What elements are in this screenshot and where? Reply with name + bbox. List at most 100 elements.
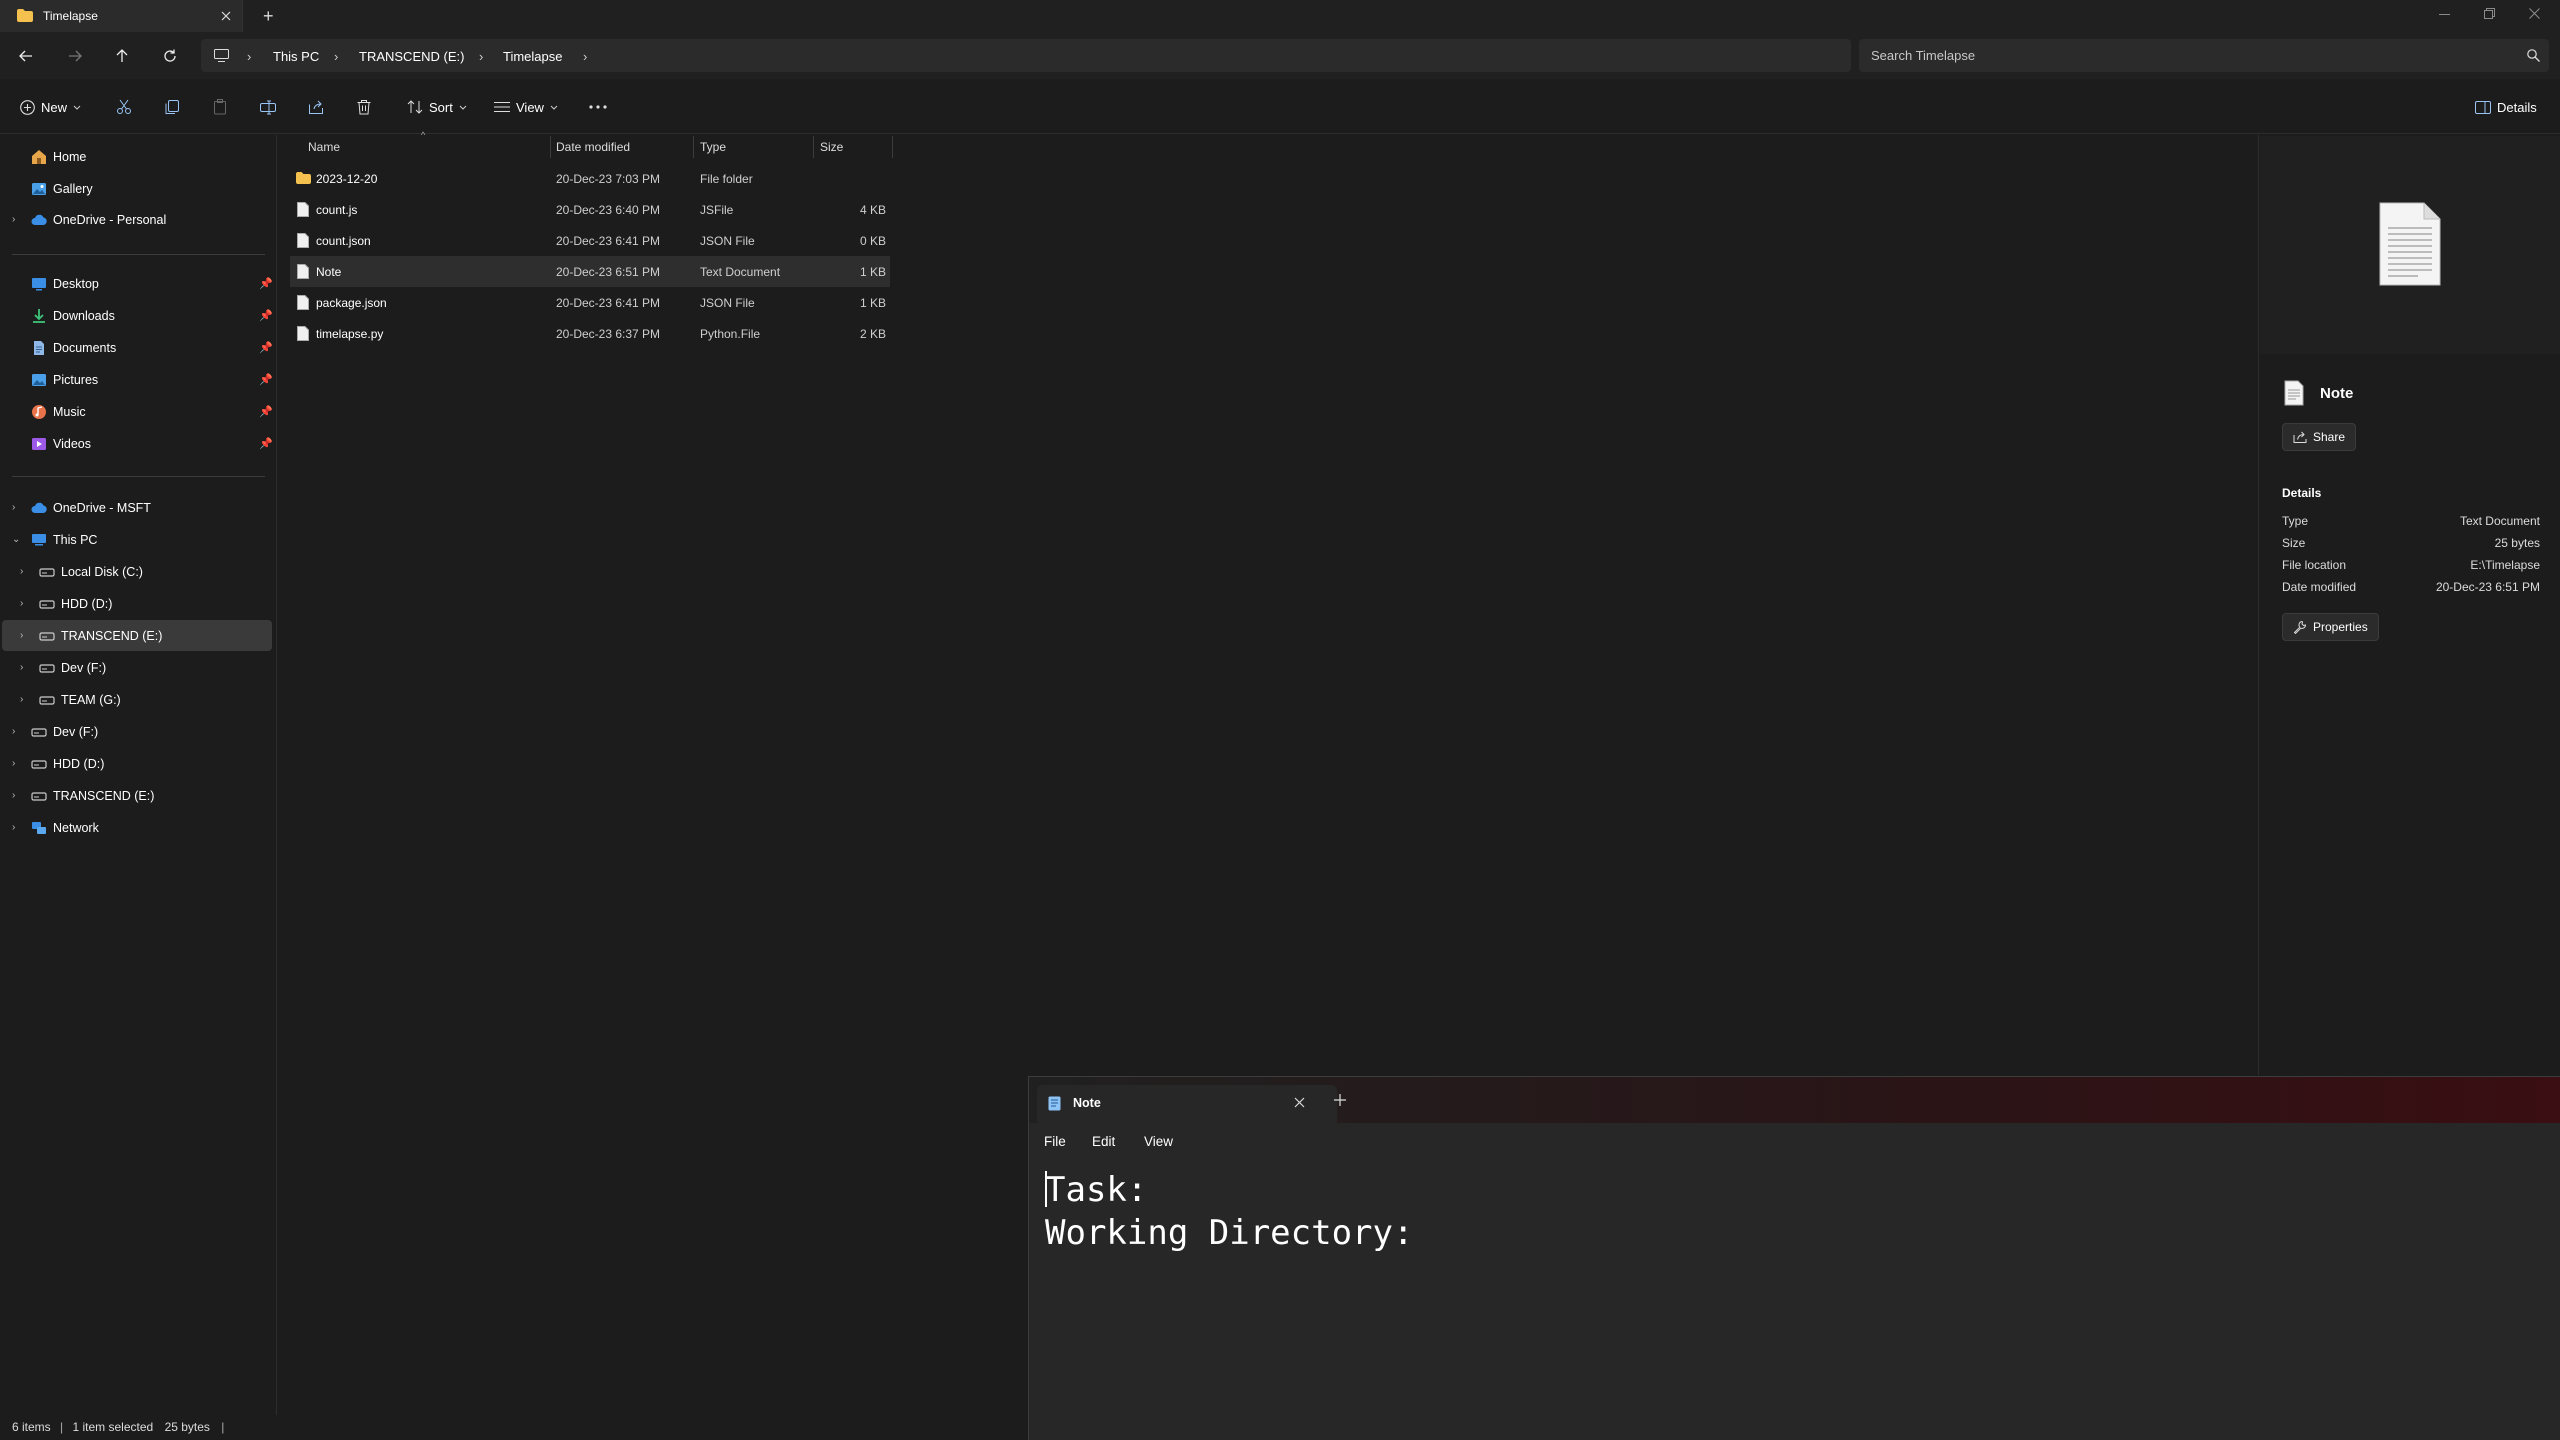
column-divider[interactable]: [693, 136, 694, 158]
new-button[interactable]: New: [20, 94, 81, 120]
chevron-right-icon[interactable]: ›: [12, 502, 15, 513]
sidebar-item-gallery[interactable]: Gallery: [2, 173, 272, 204]
sidebar-item-onedrive-personal[interactable]: › OneDrive - Personal: [2, 204, 272, 235]
chevron-right-icon[interactable]: ›: [20, 566, 23, 577]
sidebar-item-pictures[interactable]: Pictures 📌: [2, 364, 273, 395]
search-input[interactable]: [1871, 39, 2491, 72]
close-window-icon[interactable]: [2529, 8, 2540, 19]
paste-button[interactable]: [212, 94, 228, 120]
status-selected: 1 item selected: [72, 1420, 154, 1434]
file-row[interactable]: Note 20-Dec-23 6:51 PM Text Document 1 KB: [290, 256, 890, 287]
chevron-right-icon[interactable]: ›: [12, 214, 15, 225]
new-tab-icon[interactable]: [1334, 1094, 1346, 1106]
notepad-text-area[interactable]: Task: Working Directory:: [1045, 1169, 1413, 1255]
column-divider[interactable]: [813, 136, 814, 158]
search-box[interactable]: [1859, 39, 2549, 72]
more-options-button[interactable]: [589, 94, 607, 120]
drive-icon: [39, 631, 55, 641]
chevron-right-icon[interactable]: ›: [20, 630, 23, 641]
delete-button[interactable]: [356, 94, 372, 120]
breadcrumb-this-pc[interactable]: This PC: [273, 49, 319, 64]
menu-edit[interactable]: Edit: [1092, 1134, 1115, 1149]
rename-button[interactable]: [260, 94, 276, 120]
sort-button[interactable]: Sort: [407, 94, 467, 120]
status-item-count: 6 items: [12, 1420, 51, 1434]
file-name: package.json: [316, 296, 387, 310]
chevron-right-icon[interactable]: ›: [12, 790, 15, 801]
sidebar-item-dev-f[interactable]: › Dev (F:): [2, 652, 272, 683]
chevron-right-icon[interactable]: ›: [20, 662, 23, 673]
sidebar-item-videos[interactable]: Videos 📌: [2, 428, 273, 459]
sidebar-item-this-pc[interactable]: ⌄ This PC: [2, 524, 272, 555]
file-type: JSON File: [700, 296, 755, 310]
details-pane-button[interactable]: Details: [2475, 94, 2537, 120]
file-name: count.json: [316, 234, 371, 248]
chevron-right-icon[interactable]: ›: [20, 598, 23, 609]
properties-button[interactable]: Properties: [2282, 613, 2379, 641]
file-row[interactable]: count.json 20-Dec-23 6:41 PM JSON File 0 KB: [290, 225, 890, 256]
wrench-icon: [2293, 620, 2307, 634]
breadcrumb-transcend[interactable]: TRANSCEND (E:): [359, 49, 464, 64]
forward-button[interactable]: [63, 44, 87, 68]
menu-view[interactable]: View: [1144, 1134, 1173, 1149]
share-toolbar-button[interactable]: [308, 94, 324, 120]
drive-icon: [31, 759, 47, 769]
sidebar-item-network[interactable]: › Network: [2, 812, 272, 843]
sidebar-item-local-disk-c[interactable]: › Local Disk (C:): [2, 556, 272, 587]
chevron-right-icon[interactable]: ›: [12, 822, 15, 833]
sidebar-item-transcend-e[interactable]: › TRANSCEND (E:): [2, 620, 272, 651]
sidebar-item-music[interactable]: Music 📌: [2, 396, 273, 427]
share-label: Share: [2313, 430, 2346, 444]
explorer-tab[interactable]: Timelapse: [0, 0, 243, 32]
column-header-name[interactable]: Name: [308, 140, 340, 154]
sidebar-item-documents[interactable]: Documents 📌: [2, 332, 273, 363]
close-tab-icon[interactable]: [221, 11, 231, 21]
column-divider[interactable]: [550, 136, 551, 158]
column-divider[interactable]: [892, 136, 893, 158]
breadcrumb[interactable]: › This PC › TRANSCEND (E:) › Timelapse ›: [201, 39, 1851, 72]
view-button[interactable]: View: [494, 94, 558, 120]
file-row[interactable]: package.json 20-Dec-23 6:41 PM JSON File 1 …: [290, 287, 890, 318]
sidebar-item-downloads[interactable]: Downloads 📌: [2, 300, 273, 331]
chevron-right-icon[interactable]: ›: [12, 726, 15, 737]
file-row[interactable]: 2023-12-20 20-Dec-23 7:03 PM File folder: [290, 163, 890, 194]
details-section-title: Details: [2282, 486, 2322, 500]
sidebar-item-transcend-e[interactable]: › TRANSCEND (E:): [2, 780, 272, 811]
column-header-type[interactable]: Type: [700, 140, 726, 154]
back-button[interactable]: [14, 44, 38, 68]
sort-label: Sort: [429, 99, 453, 115]
minimize-icon[interactable]: [2439, 14, 2450, 16]
breadcrumb-timelapse[interactable]: Timelapse: [503, 49, 562, 64]
share-button[interactable]: Share: [2282, 423, 2357, 451]
chevron-right-icon[interactable]: ›: [12, 758, 15, 769]
notepad-tab[interactable]: Note: [1037, 1085, 1337, 1123]
column-header-date[interactable]: Date modified: [556, 140, 630, 154]
menu-file[interactable]: File: [1044, 1134, 1066, 1149]
refresh-button[interactable]: [158, 44, 182, 68]
file-name: 2023-12-20: [316, 172, 378, 186]
prop-value-date: 20-Dec-23 6:51 PM: [2435, 580, 2540, 594]
sidebar-item-onedrive-msft[interactable]: › OneDrive - MSFT: [2, 492, 272, 523]
column-header-size[interactable]: Size: [820, 140, 843, 154]
sidebar-item-home[interactable]: Home: [2, 141, 272, 172]
copy-button[interactable]: [164, 94, 180, 120]
sidebar-item-hdd-d[interactable]: › HDD (D:): [2, 748, 272, 779]
sidebar-item-desktop[interactable]: Desktop 📌: [2, 268, 273, 299]
sidebar-item-dev-f[interactable]: › Dev (F:): [2, 716, 272, 747]
text-document-preview-icon: [2379, 202, 2441, 286]
new-tab-button[interactable]: +: [263, 6, 274, 27]
file-row[interactable]: timelapse.py 20-Dec-23 6:37 PM Python.File…: [290, 318, 890, 349]
chevron-right-icon[interactable]: ›: [20, 694, 23, 705]
chevron-down-icon[interactable]: ⌄: [12, 534, 20, 545]
file-icon: [297, 233, 309, 248]
sidebar-item-hdd-d[interactable]: › HDD (D:): [2, 588, 272, 619]
status-separator: |: [60, 1420, 64, 1434]
restore-icon[interactable]: [2484, 8, 2495, 19]
file-row[interactable]: count.js 20-Dec-23 6:40 PM JSFile 4 KB: [290, 194, 890, 225]
pin-icon: 📌: [259, 342, 273, 354]
up-button[interactable]: [110, 44, 134, 68]
close-tab-icon[interactable]: [1294, 1097, 1305, 1108]
sidebar-item-team-g[interactable]: › TEAM (G:): [2, 684, 272, 715]
pictures-icon: [32, 373, 46, 386]
cut-button[interactable]: [116, 94, 132, 120]
